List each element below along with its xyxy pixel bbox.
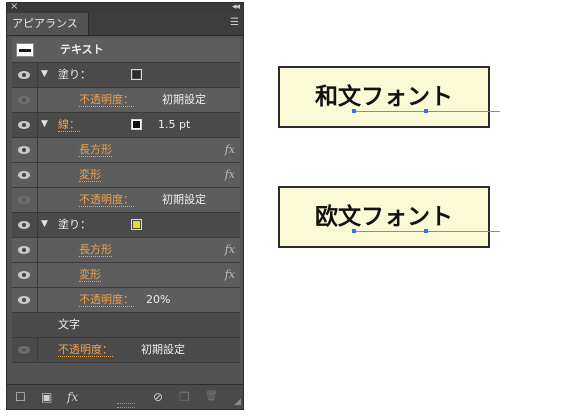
resize-corner-icon[interactable]: ◢: [234, 397, 241, 407]
row-effect-rectangle[interactable]: 長方形 fx: [12, 238, 240, 263]
opacity-link[interactable]: 不透明度：: [79, 193, 134, 207]
opacity-link[interactable]: 不透明度：: [79, 293, 134, 307]
effect-link[interactable]: 変形: [79, 268, 101, 282]
sample-japanese-font[interactable]: 和文フォント: [278, 66, 500, 128]
opacity-value: 初期設定: [162, 193, 206, 206]
sample-text: 欧文フォント: [315, 204, 453, 230]
anchor-point: [424, 109, 428, 113]
row-label: 塗り：: [58, 68, 91, 81]
anchor-point: [352, 109, 356, 113]
row-label: 塗り：: [58, 218, 91, 231]
opacity-value: 20%: [146, 293, 171, 306]
row-fill-opacity-20[interactable]: 不透明度： 20%: [12, 288, 240, 313]
eye-icon[interactable]: [18, 146, 30, 154]
opacity-value: 初期設定: [141, 343, 185, 356]
panel-menu-icon[interactable]: ☰: [230, 17, 239, 28]
fx-icon: fx: [224, 243, 235, 256]
sample-latin-font[interactable]: 欧文フォント: [278, 186, 500, 248]
collapse-icon[interactable]: ◂◂: [232, 1, 240, 13]
effect-link[interactable]: 長方形: [79, 243, 112, 257]
stroke-weight-value[interactable]: 1.5 pt: [158, 113, 190, 137]
fill-swatch[interactable]: [131, 219, 142, 230]
eye-icon[interactable]: [18, 246, 30, 254]
disclosure-triangle-icon[interactable]: ▼: [41, 69, 48, 79]
new-fill-icon[interactable]: ▣: [41, 390, 52, 404]
effect-link[interactable]: 変形: [79, 168, 101, 182]
resize-grip[interactable]: [117, 403, 135, 408]
eye-icon[interactable]: [18, 346, 30, 354]
row-characters[interactable]: 文字: [12, 313, 240, 338]
eye-icon[interactable]: [18, 171, 30, 179]
row-effect-rectangle[interactable]: 長方形 fx: [12, 138, 240, 163]
eye-icon[interactable]: [18, 221, 30, 229]
fx-icon: fx: [224, 143, 235, 156]
fill-swatch[interactable]: [131, 69, 142, 80]
row-fill-yellow[interactable]: ▼ 塗り：: [12, 213, 240, 238]
row-stroke[interactable]: ▼ 線： 1.5 pt: [12, 113, 240, 138]
disclosure-triangle-icon[interactable]: ▼: [41, 119, 48, 129]
row-label: 文字: [58, 318, 80, 331]
row-effect-transform[interactable]: 変形 fx: [12, 263, 240, 288]
row-fill-opacity[interactable]: 不透明度： 初期設定: [12, 88, 240, 113]
eye-icon[interactable]: [18, 296, 30, 304]
row-stroke-opacity[interactable]: 不透明度： 初期設定: [12, 188, 240, 213]
opacity-link[interactable]: 不透明度：: [79, 93, 134, 107]
effect-link[interactable]: 長方形: [79, 143, 112, 157]
row-text-object[interactable]: テキスト: [12, 38, 240, 63]
duplicate-icon[interactable]: ❐: [179, 390, 190, 404]
row-effect-transform[interactable]: 変形 fx: [12, 163, 240, 188]
panel-bottom-toolbar: ☐ ▣ fx ⊘ ❐ 🗑 ◢: [7, 384, 243, 409]
eye-icon[interactable]: [18, 96, 30, 104]
tab-appearance[interactable]: アピアランス: [7, 13, 89, 35]
text-thumbnail: [16, 43, 34, 57]
opacity-value: 初期設定: [162, 93, 206, 106]
opacity-link[interactable]: 不透明度：: [58, 343, 113, 357]
anchor-point: [424, 229, 428, 233]
stroke-link[interactable]: 線：: [58, 118, 80, 132]
fx-menu-icon[interactable]: fx: [67, 390, 78, 404]
anchor-point: [352, 229, 356, 233]
disclosure-triangle-icon[interactable]: ▼: [41, 219, 48, 229]
eye-icon[interactable]: [18, 271, 30, 279]
new-stroke-icon[interactable]: ☐: [15, 390, 26, 404]
close-icon[interactable]: ×: [10, 1, 18, 13]
eye-icon[interactable]: [18, 121, 30, 129]
appearance-panel: × ◂◂ アピアランス ☰ テキスト ▼ 塗り： 不透明度： 初期設定 ▼ 線：: [6, 1, 244, 410]
fx-icon: fx: [224, 168, 235, 181]
delete-icon[interactable]: 🗑: [205, 390, 218, 404]
eye-icon[interactable]: [18, 196, 30, 204]
row-object-opacity[interactable]: 不透明度： 初期設定: [12, 338, 240, 363]
clear-icon[interactable]: ⊘: [153, 390, 163, 404]
panel-title-strip: × ◂◂: [7, 1, 243, 13]
panel-tab-bar: アピアランス ☰: [7, 13, 243, 36]
sample-text: 和文フォント: [315, 84, 453, 110]
eye-icon[interactable]: [18, 71, 30, 79]
row-label: テキスト: [60, 43, 104, 56]
row-fill[interactable]: ▼ 塗り：: [12, 63, 240, 88]
fx-icon: fx: [224, 268, 235, 281]
stroke-swatch[interactable]: [131, 119, 142, 130]
